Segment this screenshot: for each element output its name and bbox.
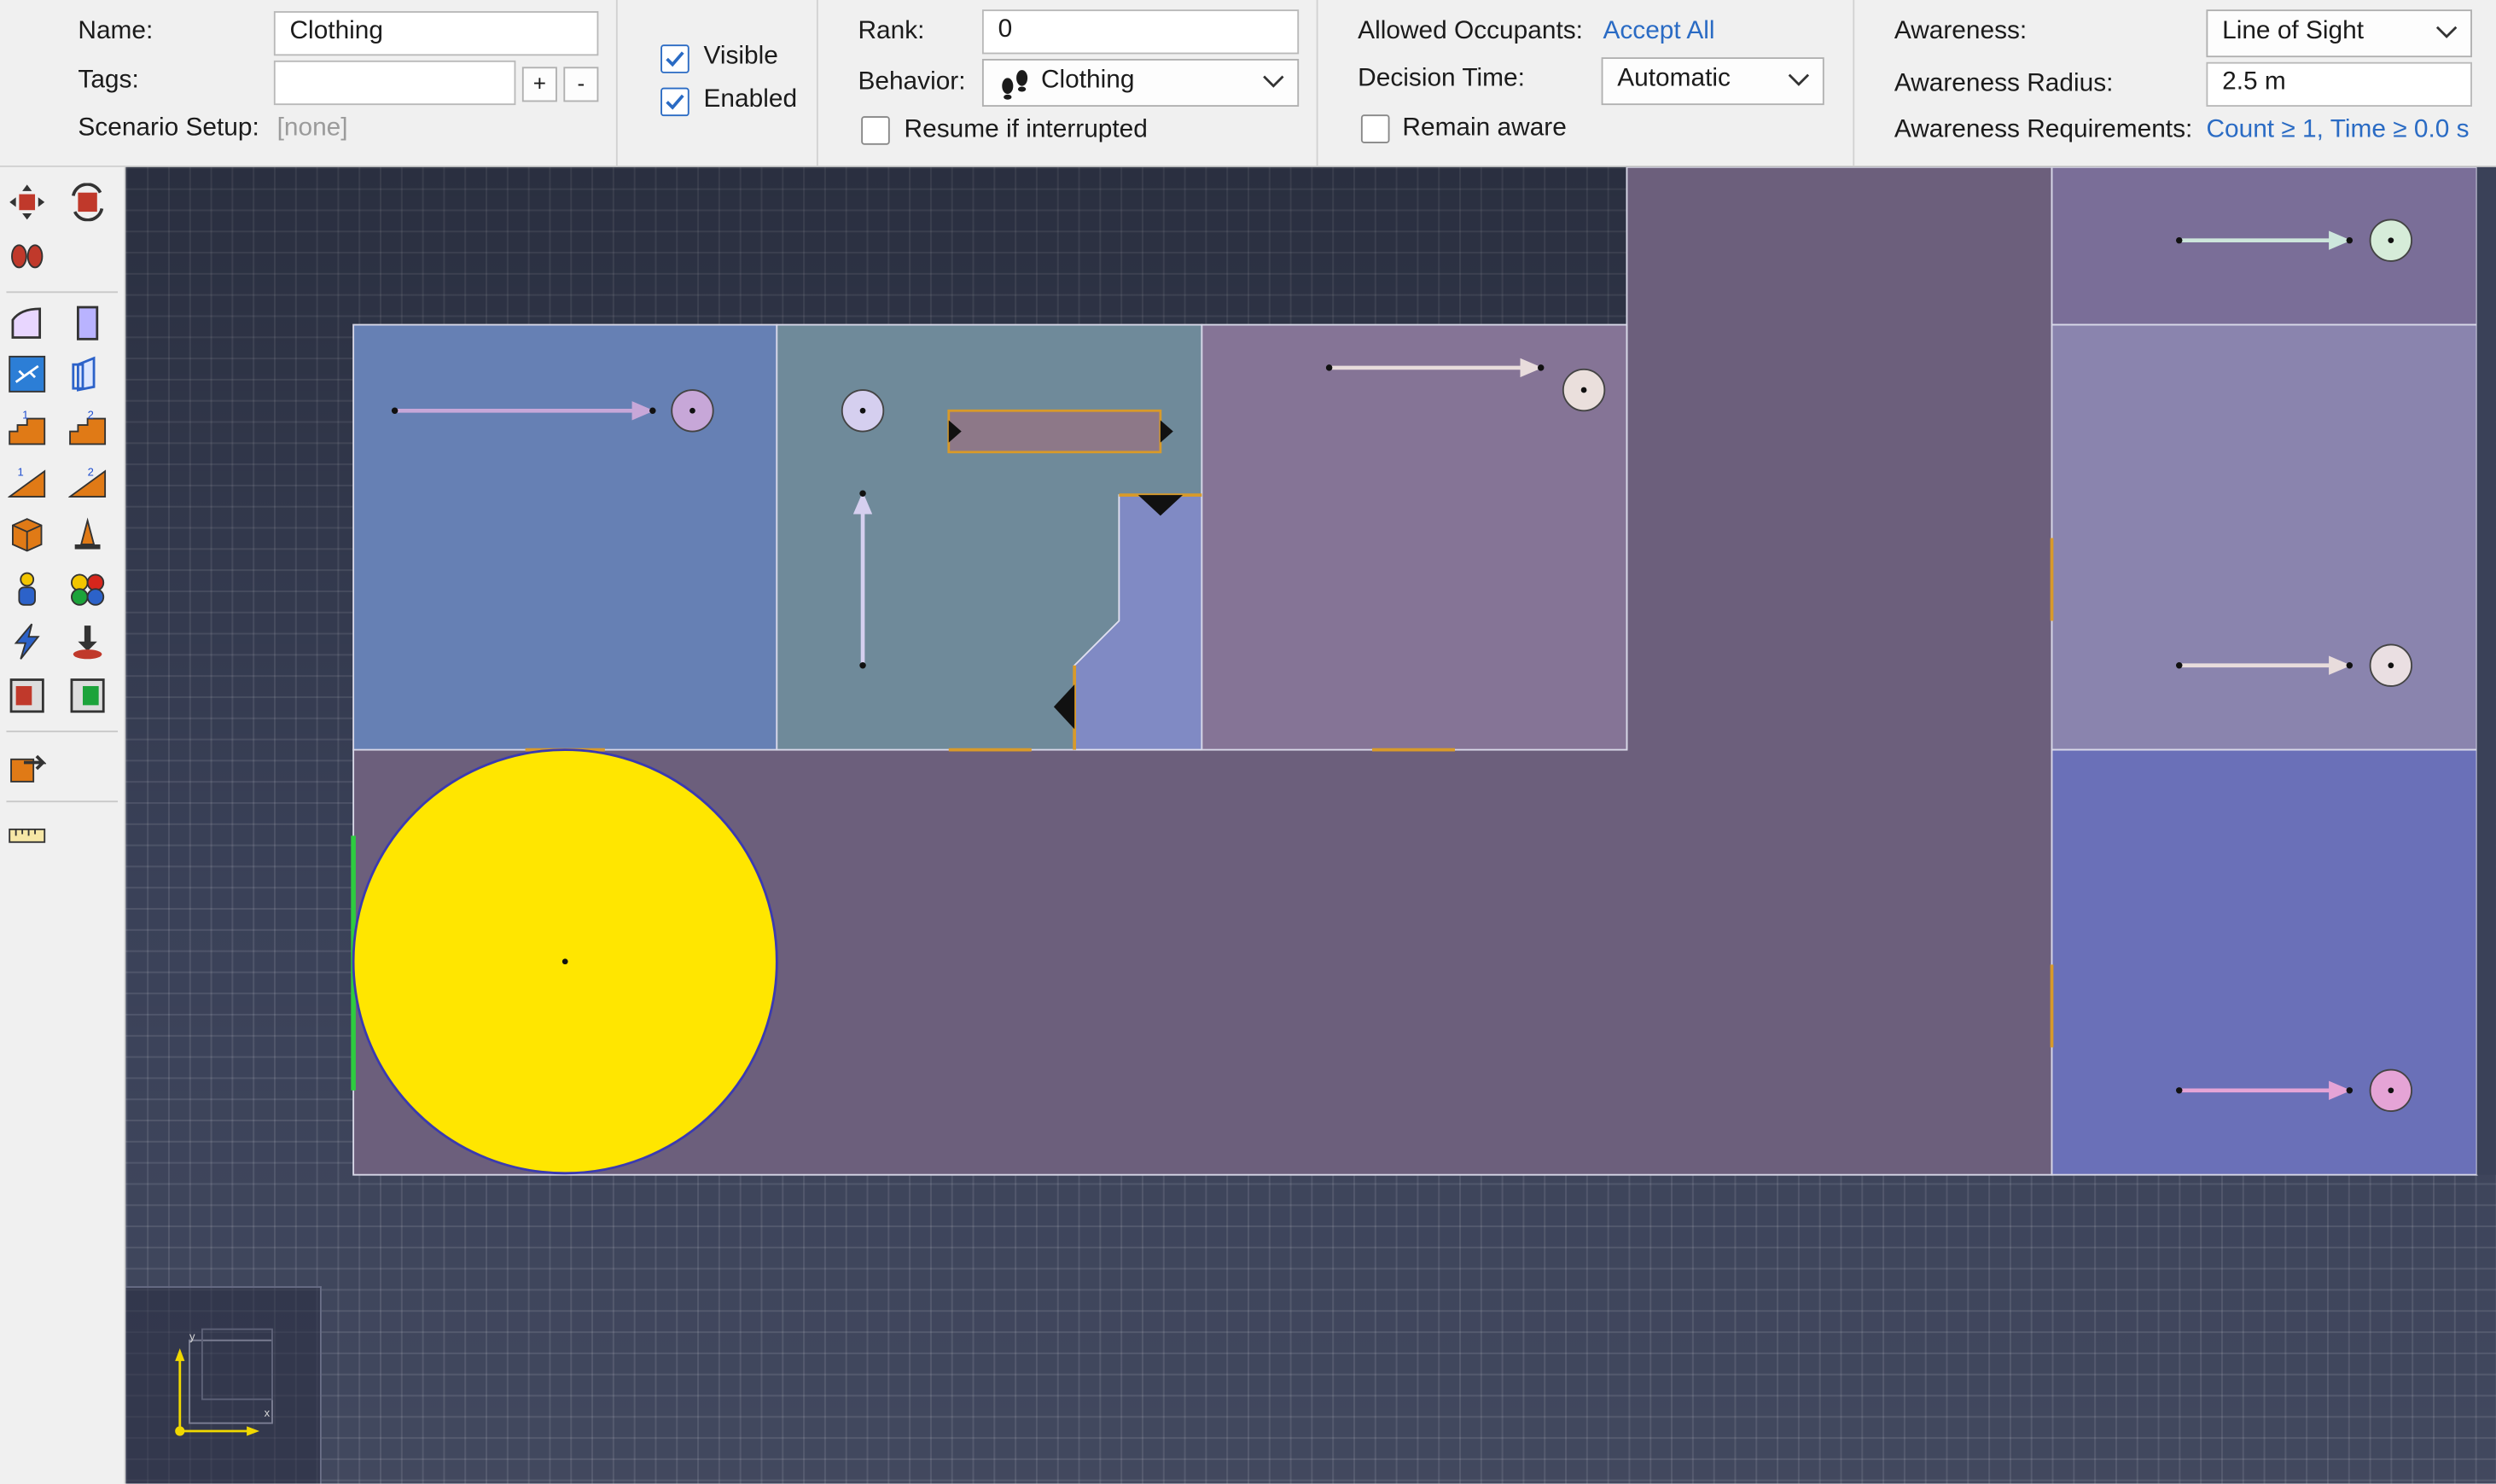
remain-aware-label: Remain aware (1402, 114, 1567, 143)
behavior-label: Behavior: (858, 68, 966, 96)
tool-palette: 1 2 1 2 (0, 166, 126, 1484)
checkmark-icon (666, 51, 684, 67)
name-field[interactable]: Clothing (273, 11, 599, 56)
lightning-tool-icon[interactable] (8, 622, 46, 661)
allowed-occupants-link[interactable]: Accept All (1603, 18, 1714, 47)
rotate-tool-icon[interactable] (68, 183, 107, 222)
group-tool-icon[interactable] (68, 570, 107, 608)
axis-y-label: y (189, 1332, 195, 1344)
move-tool-icon[interactable] (8, 183, 46, 222)
footprints-tool-icon[interactable] (8, 237, 46, 276)
scenario-setup-label: Scenario Setup: (78, 114, 259, 143)
door-tool-icon[interactable] (68, 355, 107, 393)
awareness-radius-field[interactable]: 2.5 m (2206, 61, 2472, 107)
visible-label: Visible (703, 43, 778, 71)
export-tool-icon[interactable] (8, 747, 47, 785)
ramp-up-tool-icon[interactable]: 1 (8, 409, 46, 447)
floor-plan-drawing[interactable] (125, 166, 2496, 1484)
target-tool-icon[interactable] (68, 622, 107, 661)
resume-checkbox[interactable] (861, 116, 890, 145)
escalator-up-tool-icon[interactable]: 1 (8, 462, 46, 500)
room-right-bottom[interactable] (2051, 748, 2478, 1176)
axis-x-label: x (264, 1408, 271, 1420)
exit-region-tool-icon[interactable] (68, 677, 107, 715)
region-tool-icon[interactable] (8, 677, 46, 715)
waypoint-target[interactable] (841, 389, 885, 433)
visible-checkbox[interactable] (660, 44, 689, 73)
occupant-tool-icon[interactable] (8, 570, 46, 608)
divider (816, 0, 818, 166)
obstruction[interactable] (947, 409, 1162, 454)
remain-aware-checkbox[interactable] (1360, 114, 1390, 143)
enabled-label: Enabled (703, 85, 798, 113)
obstruction-tool-icon[interactable] (8, 515, 46, 554)
ramp-down-tool-icon[interactable]: 2 (68, 409, 107, 447)
awareness-requirements-link[interactable]: Count ≥ 1, Time ≥ 0.0 s (2206, 116, 2469, 145)
divider (6, 800, 119, 803)
divider (1316, 0, 1318, 166)
measure-tool-icon[interactable] (8, 817, 46, 855)
floor-plan-canvas[interactable]: y x (125, 166, 2496, 1484)
chevron-down-icon (1788, 73, 1810, 86)
rank-label: Rank: (858, 17, 925, 45)
awareness-value: Line of Sight (2222, 17, 2365, 45)
divider (6, 291, 119, 294)
awareness-radius-label: Awareness Radius: (1894, 70, 2114, 97)
rank-field[interactable]: 0 (981, 9, 1300, 55)
awareness-requirements-label: Awareness Requirements: (1894, 116, 2193, 143)
chevron-down-icon (2435, 26, 2458, 38)
svg-text:1: 1 (22, 409, 28, 421)
room-right-middle[interactable] (2051, 323, 2478, 751)
decision-time-dropdown[interactable]: Automatic (1601, 57, 1824, 106)
add-tag-button[interactable]: + (521, 67, 557, 102)
behavior-dropdown-value: Clothing (1040, 67, 1135, 95)
scenario-setup-value[interactable]: [none] (277, 114, 348, 143)
awareness-label: Awareness: (1894, 17, 2028, 45)
room-blue[interactable] (352, 323, 778, 751)
room-top-right[interactable] (2051, 166, 2478, 326)
canvas-edge (2476, 166, 2496, 1175)
tags-field[interactable] (273, 60, 516, 106)
tags-label: Tags: (78, 67, 139, 95)
resume-label: Resume if interrupted (904, 116, 1148, 143)
divider (615, 0, 618, 166)
chevron-down-icon (1263, 75, 1284, 88)
property-panel: Name: Clothing Tags: + - Scenario Setup:… (0, 0, 2496, 167)
svg-text:2: 2 (88, 409, 94, 421)
remove-tag-button[interactable]: - (563, 67, 599, 102)
region-center (561, 958, 568, 965)
stair-tool-icon[interactable] (8, 355, 46, 393)
decision-time-label: Decision Time: (1358, 65, 1525, 93)
svg-text:2: 2 (88, 466, 94, 479)
decision-time-value: Automatic (1617, 65, 1731, 93)
cone-tool-icon[interactable] (68, 515, 107, 554)
behavior-dropdown[interactable]: Clothing (981, 59, 1300, 107)
name-label: Name: (78, 17, 154, 45)
allowed-occupants-label: Allowed Occupants: (1358, 17, 1583, 45)
room-tool-icon[interactable] (8, 304, 46, 342)
escalator-down-tool-icon[interactable]: 2 (68, 462, 107, 500)
wall-tool-icon[interactable] (68, 304, 107, 342)
axis-view-cube[interactable]: y x (125, 1286, 322, 1484)
awareness-dropdown[interactable]: Line of Sight (2206, 9, 2472, 58)
checkmark-icon (666, 94, 684, 110)
footprints-icon (1002, 70, 1028, 100)
svg-text:1: 1 (18, 466, 24, 479)
divider (1853, 0, 1855, 166)
divider (6, 730, 119, 733)
axis-gizmo-icon (175, 1328, 273, 1436)
enabled-checkbox[interactable] (660, 87, 689, 117)
